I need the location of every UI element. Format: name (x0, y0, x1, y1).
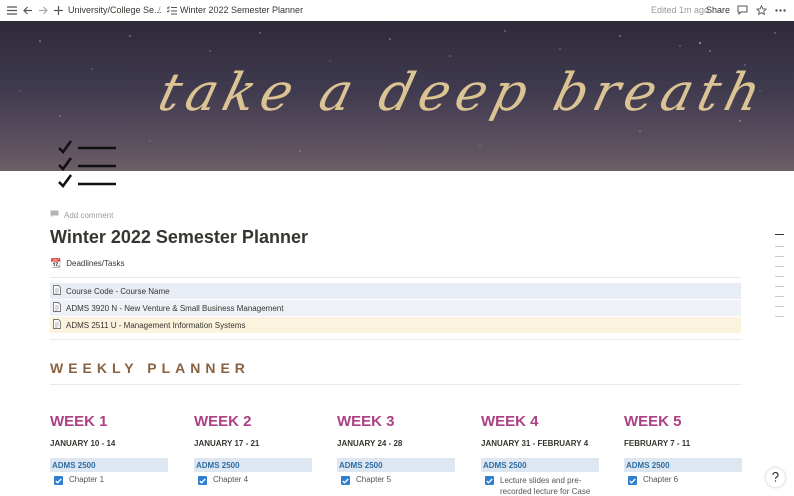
course-tag[interactable]: ADMS 2500 (50, 458, 168, 472)
cover-image[interactable]: take a deep breath (0, 21, 794, 171)
page-title[interactable]: Winter 2022 Semester Planner (50, 227, 308, 248)
help-button[interactable] (766, 468, 785, 487)
task-label: Chapter 5 (356, 475, 392, 484)
add-comment-button[interactable]: Add comment (50, 210, 113, 220)
deadlines-link[interactable]: 📆 Deadlines/Tasks (50, 258, 124, 269)
course-tag[interactable]: ADMS 2500 (337, 458, 455, 472)
share-button[interactable]: Share (706, 5, 730, 15)
week-column-2: WEEK 2 JANUARY 17 - 21 ADMS 2500 Chapter… (194, 413, 312, 485)
week-column-1: WEEK 1 JANUARY 10 - 14 ADMS 2500 Chapter… (50, 413, 168, 485)
top-bar: University/College Se... / Winter 2022 S… (0, 0, 794, 21)
checked-checkbox-icon[interactable] (341, 476, 350, 485)
weekly-planner-heading: WEEKLY PLANNER (50, 360, 250, 376)
toc-line (775, 296, 784, 297)
week-title[interactable]: WEEK 4 (481, 413, 599, 430)
sidebar-toggle-icon[interactable] (5, 3, 19, 17)
checked-checkbox-icon[interactable] (198, 476, 207, 485)
week-dates: JANUARY 10 - 14 (50, 439, 116, 448)
week-title[interactable]: WEEK 1 (50, 413, 168, 430)
back-arrow-icon[interactable] (21, 3, 35, 17)
week-title[interactable]: WEEK 2 (194, 413, 312, 430)
cover-script-text: take a deep breath (152, 63, 773, 123)
toc-line (775, 316, 784, 317)
week-title[interactable]: WEEK 5 (624, 413, 742, 430)
calendar-icon: 📆 (50, 258, 62, 268)
task-label: Lecture slides and pre-recorded lecture … (500, 476, 591, 496)
breadcrumb-parent[interactable]: University/College Se... (68, 5, 162, 15)
week-column-5: WEEK 5 FEBRUARY 7 - 11 ADMS 2500 Chapter… (624, 413, 742, 485)
task-item: Chapter 4 (194, 475, 312, 485)
task-item: Lecture slides and pre-recorded lecture … (481, 475, 599, 496)
task-item: Chapter 5 (337, 475, 455, 485)
toc-line (775, 246, 784, 247)
divider (50, 339, 741, 340)
task-item: Chapter 1 (50, 475, 168, 485)
breadcrumb-current[interactable]: Winter 2022 Semester Planner (180, 5, 303, 15)
toc-line (775, 306, 784, 307)
add-comment-label: Add comment (64, 210, 114, 220)
checked-checkbox-icon[interactable] (628, 476, 637, 485)
toc-line (775, 286, 784, 287)
checklist-small-icon (165, 3, 179, 17)
checked-checkbox-icon[interactable] (54, 476, 63, 485)
week-column-3: WEEK 3 JANUARY 24 - 28 ADMS 2500 Chapter… (337, 413, 455, 485)
week-dates: JANUARY 24 - 28 (337, 439, 403, 448)
course-label: ADMS 2511 U - Management Information Sys… (66, 320, 246, 330)
course-tag[interactable]: ADMS 2500 (194, 458, 312, 472)
divider (50, 384, 741, 385)
page-document-icon (53, 302, 61, 314)
favorite-star-icon[interactable] (754, 3, 768, 17)
course-tag[interactable]: ADMS 2500 (481, 458, 599, 472)
more-options-icon[interactable] (773, 3, 787, 17)
week-column-4: WEEK 4 JANUARY 31 - FEBRUARY 4 ADMS 2500… (481, 413, 599, 496)
task-label: Chapter 4 (213, 475, 249, 484)
course-tag[interactable]: ADMS 2500 (624, 458, 742, 472)
course-row[interactable]: ADMS 2511 U - Management Information Sys… (50, 317, 741, 333)
forward-arrow-icon[interactable] (36, 3, 50, 17)
course-row[interactable]: ADMS 3920 N - New Venture & Small Busine… (50, 300, 741, 316)
checked-checkbox-icon[interactable] (485, 476, 494, 485)
week-title[interactable]: WEEK 3 (337, 413, 455, 430)
new-page-plus-icon[interactable] (51, 3, 65, 17)
toc-line (775, 276, 784, 277)
divider (50, 277, 741, 278)
help-question-icon (771, 469, 780, 487)
toc-line-active (775, 234, 784, 235)
toc-line (775, 256, 784, 257)
page-document-icon (53, 319, 61, 331)
comment-icon[interactable] (735, 3, 749, 17)
week-dates: JANUARY 17 - 21 (194, 439, 260, 448)
course-label: Course Code - Course Name (66, 286, 170, 296)
task-label: Chapter 1 (69, 475, 105, 484)
task-item: Chapter 6 (624, 475, 742, 485)
edited-status: Edited 1m ago (651, 5, 710, 15)
breadcrumb-separator: / (158, 5, 161, 15)
deadlines-label: Deadlines/Tasks (66, 259, 125, 268)
page-document-icon (53, 285, 61, 297)
comment-bubble-icon (50, 210, 59, 220)
week-dates: FEBRUARY 7 - 11 (624, 439, 691, 448)
task-label: Chapter 6 (643, 475, 679, 484)
toc-line (775, 266, 784, 267)
course-row[interactable]: Course Code - Course Name (50, 283, 741, 299)
course-label: ADMS 3920 N - New Venture & Small Busine… (66, 303, 284, 313)
week-dates: JANUARY 31 - FEBRUARY 4 (481, 439, 589, 448)
checklist-page-icon[interactable] (57, 138, 119, 192)
